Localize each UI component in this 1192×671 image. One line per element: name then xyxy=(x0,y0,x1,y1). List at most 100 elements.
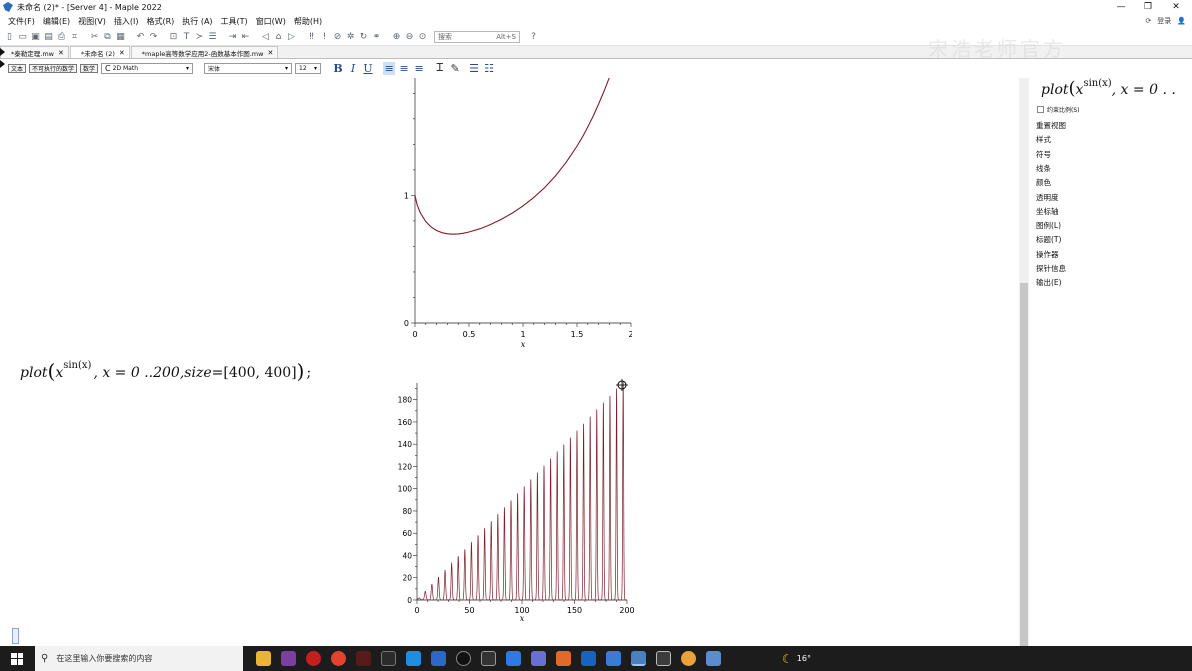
tab-close-icon[interactable]: ✕ xyxy=(267,49,273,57)
minimize-button[interactable]: — xyxy=(1108,0,1134,14)
math-input-line[interactable]: plot ( x sin(x) , x = 0 ..200, size = [4… xyxy=(20,353,311,381)
outdent-icon[interactable]: ⇤ xyxy=(240,32,251,43)
camera-app-icon[interactable] xyxy=(456,651,471,666)
tab-function-plotting[interactable]: *maple高等数学应用2-函数基本作图.mw ✕ xyxy=(130,46,279,58)
menu-view[interactable]: 视图(V) xyxy=(74,16,110,27)
recorder-icon[interactable] xyxy=(306,651,321,666)
side-panel-item[interactable]: 探针信息 xyxy=(1036,263,1066,274)
mail-app-icon[interactable] xyxy=(581,651,596,666)
side-panel-item[interactable]: 样式 xyxy=(1036,134,1051,145)
network-app-icon[interactable] xyxy=(606,651,621,666)
taskbar-search[interactable]: ⚲ 在这里输入你要搜索的内容 xyxy=(35,646,243,671)
constrain-ratio-checkbox[interactable]: 约束比例(S) xyxy=(1037,105,1080,114)
italic-button[interactable]: I xyxy=(347,62,359,75)
open-folder-icon[interactable]: ▭ xyxy=(17,32,28,43)
home-icon[interactable]: ⌂ xyxy=(273,32,284,43)
side-panel-item[interactable]: 符号 xyxy=(1036,149,1051,160)
font-select[interactable]: 宋体 ▾ xyxy=(204,62,293,74)
side-panel-item[interactable]: 图例(L) xyxy=(1036,220,1061,231)
align-right-icon[interactable]: ≡ xyxy=(413,62,425,75)
insert-image-icon[interactable]: ⊡ xyxy=(168,32,179,43)
highlight-icon[interactable]: ✎ xyxy=(449,62,461,75)
debug-icon[interactable]: ✲ xyxy=(345,32,356,43)
menu-tools[interactable]: 工具(T) xyxy=(217,16,252,27)
windows-start-icon[interactable] xyxy=(11,652,23,665)
save-all-icon[interactable]: ▤ xyxy=(43,32,54,43)
insert-paragraph-icon[interactable]: ☰ xyxy=(207,32,218,43)
nonexec-math-button[interactable]: 不可执行的数学 xyxy=(29,63,78,73)
interrupt-icon[interactable]: ⊘ xyxy=(332,32,343,43)
side-panel-item[interactable]: 输出(E) xyxy=(1036,277,1062,288)
sketch-app-icon[interactable] xyxy=(531,651,546,666)
capture-app-icon[interactable] xyxy=(656,651,671,666)
numbered-list-icon[interactable]: ☷ xyxy=(483,62,495,75)
link-icon[interactable]: ⚭ xyxy=(371,32,382,43)
clear-format-icon[interactable]: Ꮖ xyxy=(434,61,446,75)
checkbox-box[interactable] xyxy=(1037,106,1044,113)
media-app-icon[interactable] xyxy=(381,651,396,666)
side-panel-item[interactable]: 重置视图 xyxy=(1036,120,1066,131)
menu-format[interactable]: 格式(R) xyxy=(142,16,178,27)
side-panel-item[interactable]: 透明度 xyxy=(1036,192,1059,203)
login-link[interactable]: 登录 xyxy=(1157,16,1171,26)
menu-evaluate[interactable]: 执行 (A) xyxy=(178,16,216,27)
worksheet-canvas[interactable]: 0 0.5 1 1.5 2 0 1 x plot ( x sin(x) , x = 0 ..… xyxy=(6,78,1019,646)
tab-close-icon[interactable]: ✕ xyxy=(58,49,64,57)
menu-file[interactable]: 文件(F) xyxy=(4,16,39,27)
text-mode-button[interactable]: 文本 xyxy=(8,63,27,73)
side-panel-item[interactable]: 坐标轴 xyxy=(1036,206,1059,217)
align-left-icon[interactable]: ≡ xyxy=(383,61,396,75)
search-input[interactable]: 搜索 Alt+S xyxy=(434,31,520,43)
forward-icon[interactable]: ▷ xyxy=(286,32,297,43)
cut-icon[interactable]: ✂ xyxy=(89,32,100,43)
execute-all-icon[interactable]: ‼ xyxy=(306,32,317,43)
paste-icon[interactable]: ▦ xyxy=(115,32,126,43)
close-button[interactable]: ✕ xyxy=(1163,0,1189,14)
math-mode-button[interactable]: 数学 xyxy=(80,63,99,73)
plot-1[interactable]: 0 0.5 1 1.5 2 0 1 x xyxy=(372,78,632,353)
zoom-fit-icon[interactable]: ⊙ xyxy=(417,32,428,43)
insert-math-prompt-icon[interactable]: ≻ xyxy=(194,32,205,43)
align-center-icon[interactable]: ≡ xyxy=(398,62,410,75)
menu-window[interactable]: 窗口(W) xyxy=(252,16,290,27)
back-icon[interactable]: ◁ xyxy=(260,32,271,43)
style-select[interactable]: C 2D Math ▾ xyxy=(101,62,194,74)
help-icon[interactable]: ? xyxy=(528,32,539,43)
vertical-scrollbar[interactable] xyxy=(1019,78,1029,646)
photos-icon[interactable] xyxy=(406,651,421,666)
copy-icon[interactable]: ⧉ xyxy=(102,32,113,43)
print-preview-icon[interactable]: ⌗ xyxy=(69,32,80,43)
geogebra-icon[interactable] xyxy=(481,651,496,666)
execute-icon[interactable]: ! xyxy=(319,32,330,43)
file-explorer-icon[interactable] xyxy=(256,651,271,666)
save-icon[interactable]: ▣ xyxy=(30,32,41,43)
indent-icon[interactable]: ⇥ xyxy=(227,32,238,43)
side-panel-item[interactable]: 标题(T) xyxy=(1036,234,1061,245)
insert-text-icon[interactable]: T xyxy=(181,32,192,43)
tab-close-icon[interactable]: ✕ xyxy=(119,49,125,57)
menu-help[interactable]: 帮助(H) xyxy=(290,16,326,27)
chrome-icon[interactable] xyxy=(331,651,346,666)
menu-insert[interactable]: 插入(I) xyxy=(110,16,143,27)
pdf-app-icon[interactable] xyxy=(356,651,371,666)
maple-2-icon[interactable] xyxy=(706,651,721,666)
new-document-icon[interactable]: ▯ xyxy=(4,32,15,43)
redo-icon[interactable]: ↷ xyxy=(148,32,159,43)
side-panel-item[interactable]: 操作器 xyxy=(1036,249,1059,260)
bold-button[interactable]: B xyxy=(332,62,344,75)
underline-button[interactable]: U xyxy=(362,62,374,75)
bullet-list-icon[interactable]: ☰ xyxy=(468,62,480,75)
font-size-select[interactable]: 12 ▾ xyxy=(295,62,322,74)
calculator-app-icon[interactable] xyxy=(556,651,571,666)
menu-edit[interactable]: 编辑(E) xyxy=(39,16,74,27)
tab-untitled-2[interactable]: *未命名 (2) ✕ xyxy=(69,46,130,58)
refresh-icon[interactable]: ⟳ xyxy=(1145,17,1151,25)
maple-app-icon[interactable] xyxy=(631,651,646,666)
wechat-icon[interactable] xyxy=(681,651,696,666)
print-icon[interactable]: ⎙ xyxy=(56,32,67,43)
restart-icon[interactable]: ↻ xyxy=(358,32,369,43)
side-panel-item[interactable]: 线条 xyxy=(1036,163,1051,174)
plot-2[interactable]: 0 50 100 150 200020406080100120140160180 x xyxy=(386,376,646,628)
side-panel-item[interactable]: 颜色 xyxy=(1036,177,1051,188)
pen-app-icon[interactable] xyxy=(431,651,446,666)
